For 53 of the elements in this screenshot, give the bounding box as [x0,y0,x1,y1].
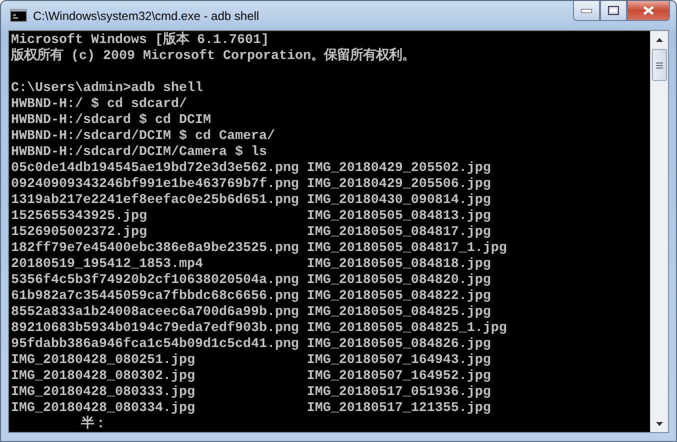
console-line: C:\Users\admin>adb shell [11,81,203,96]
file-name: IMG_20180507_164952.jpg [306,369,492,385]
file-name: IMG_20180505_084822.jpg [306,289,492,305]
window-title: C:\Windows\system32\cmd.exe - adb shell [33,8,260,22]
file-name: IMG_20180505_084825_1.jpg [306,321,508,337]
file-name: 95fdabb386a946fca1c54b09d1c5cd41.png [11,337,300,353]
maximize-icon [608,6,619,15]
file-name: IMG_20180505_084817_1.jpg [306,241,508,257]
file-name: IMG_20180428_080302.jpg [11,369,196,385]
file-name: IMG_20180505_084817.jpg [306,225,492,241]
file-name: IMG_20180517_121355.jpg [306,401,492,417]
console-icon [10,9,27,22]
file-name: IMG_20180505_084826.jpg [306,337,492,353]
file-name: 1525655343925.jpg [11,209,148,225]
file-name: 5356f4c5b3f74920b2cf10638020504a.png [11,273,300,289]
scrollbar[interactable] [650,31,668,432]
file-name: IMG_20180505_084820.jpg [306,273,492,289]
file-name: IMG_20180517_051936.jpg [306,385,492,401]
console-line: HWBND-H:/ $ cd sdcard/ [11,97,187,112]
scroll-up-icon[interactable] [656,38,663,42]
file-name: IMG_20180507_164943.jpg [306,353,492,369]
file-name: 20180519_195412_1853.mp4 [11,257,204,273]
console-line: Microsoft Windows [版本 6.1.7601] [11,33,269,48]
close-icon [643,6,654,15]
file-name: IMG_20180428_080333.jpg [11,385,196,401]
file-name: 1319ab217e2241ef8eefac0e25b6d651.png [11,193,300,209]
console-line: HWBND-H:/sdcard $ cd DCIM [11,113,211,128]
file-name: 61b982a7c35445059ca7fbbdc68c6656.png [11,289,300,305]
file-name: IMG_20180428_080334.jpg [11,401,196,416]
file-name: IMG_20180505_084818.jpg [306,257,492,273]
minimize-icon [581,8,592,12]
minimize-button[interactable] [573,1,600,21]
grip-icon [656,62,663,68]
maximize-button[interactable] [600,1,627,21]
file-name: IMG_20180429_205502.jpg [306,161,492,177]
console-line: 版权所有 (c) 2009 Microsoft Corporation。保留所有权利。 [11,49,415,64]
file-name: 05c0de14db194545ae19bd72e3d3e562.png [11,161,300,177]
file-name: IMG_20180505_084813.jpg [306,209,492,225]
file-name: IMG_20180429_205506.jpg [306,177,492,193]
file-name: 8552a833a1b24008aceec6a700d6a99b.png [11,305,300,321]
console-line: HWBND-H:/sdcard/DCIM/Camera $ ls [11,145,267,160]
file-name: 09240909343246bf991e1be463769b7f.png [11,177,300,193]
file-name: IMG_20180430_090814.jpg [306,193,492,209]
scroll-thumb[interactable] [652,49,667,81]
scroll-down-icon[interactable] [656,422,663,426]
file-name: IMG_20180505_084825.jpg [306,305,492,321]
ime-status: 半： [81,417,107,432]
console-line: HWBND-H:/sdcard/DCIM $ cd Camera/ [11,129,275,144]
file-name: 182ff79e7e45400ebc386e8a9be23525.png [11,241,300,257]
file-name: 89210683b5934b0194c79eda7edf903b.png [11,321,300,337]
file-name: IMG_20180428_080251.jpg [11,353,196,369]
file-name: 1526905002372.jpg [11,225,148,241]
close-button[interactable] [627,1,670,21]
